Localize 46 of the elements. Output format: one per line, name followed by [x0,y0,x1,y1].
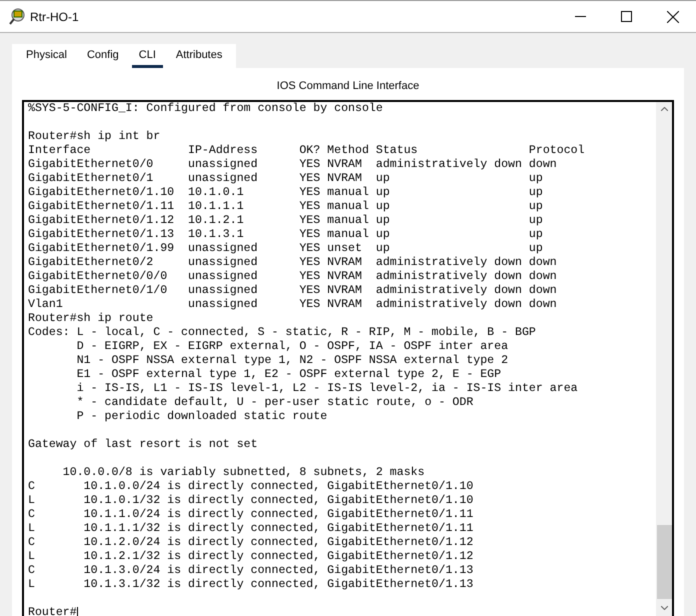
panel-title: IOS Command Line Interface [276,79,420,94]
console-line: C 10.1.3.0/24 is directly connected, GigabitEthernet0/1.13 [28,564,474,578]
console-line: C 10.1.0.0/24 is directly connected, GigabitEthernet0/1.10 [28,480,474,494]
console-line: * - candidate default, U - per-user static route, o - ODR [76,396,474,410]
console-line: GigabitEthernet0/1.99 unassigned YES unset up up [28,242,543,256]
console-line: L 10.1.3.1/32 is directly connected, GigabitEthernet0/1.13 [28,578,474,592]
console-line: GigabitEthernet0/0 unassigned YES NVRAM administratively down down [28,158,557,172]
console-line: 10.0.0.0/8 is variably subnetted, 8 subnets, 2 masks [62,466,425,480]
tab[interactable]: Physical [19,44,74,68]
router-app-icon [9,8,25,25]
console-line: i - IS-IS, L1 - IS-IS level-1, L2 - IS-IS level-2, ia - IS-IS inter area [76,382,578,396]
console-line: %SYS-5-CONFIG_I: Configured from console by console [28,102,383,116]
text-cursor-icon [76,606,78,616]
console-line: Router#sh ip int br [28,130,160,144]
close-icon[interactable] [667,10,679,22]
console-line: Interface IP-Address OK? Method Status Protocol [28,144,585,158]
console-line: Gateway of last resort is not set [28,438,258,452]
console-line: GigabitEthernet0/1 unassigned YES NVRAM up up [28,172,543,186]
console-line: GigabitEthernet0/0/0 unassigned YES NVRAM administratively down down [28,270,557,284]
maximize-icon[interactable] [621,11,632,22]
console-line: GigabitEthernet0/1.11 10.1.1.1 YES manual up up [28,200,543,214]
console-line: Router# [28,606,77,616]
scroll-down-icon[interactable] [660,606,668,610]
console-line: C 10.1.1.0/24 is directly connected, GigabitEthernet0/1.11 [28,508,474,522]
console-line: L 10.1.1.1/32 is directly connected, GigabitEthernet0/1.11 [28,522,474,536]
console-line: Router#sh ip route [28,312,154,326]
scrollbar[interactable] [656,102,672,616]
tab[interactable]: Attributes [168,44,230,68]
scroll-up-icon[interactable] [660,107,668,111]
console-line: C 10.1.2.0/24 is directly connected, GigabitEthernet0/1.12 [28,536,474,550]
console-line: GigabitEthernet0/1.13 10.1.3.1 YES manual up up [28,228,543,242]
console-line: GigabitEthernet0/1.10 10.1.0.1 YES manual up up [28,186,543,200]
scrollbar-thumb[interactable] [656,525,672,599]
console-line: L 10.1.2.1/32 is directly connected, GigabitEthernet0/1.12 [28,550,474,564]
console-line: N1 - OSPF NSSA external type 1, N2 - OSPF NSSA external type 2 [76,354,508,368]
console-line: Codes: L - local, C - connected, S - static, R - RIP, M - mobile, B - BGP [28,326,536,340]
window-title: Rtr-HO-1 [30,10,79,24]
console-line: GigabitEthernet0/1.12 10.1.2.1 YES manual up up [28,214,543,228]
console-line: L 10.1.0.1/32 is directly connected, GigabitEthernet0/1.10 [28,494,474,508]
console-line: GigabitEthernet0/2 unassigned YES NVRAM administratively down down [28,256,557,270]
console-line: D - EIGRP, EX - EIGRP external, O - OSPF, IA - OSPF inter area [76,340,508,354]
console-line: GigabitEthernet0/1/0 unassigned YES NVRAM administratively down down [28,284,557,298]
console-line: Vlan1 unassigned YES NVRAM administratively down down [28,298,557,312]
tab[interactable]: Config [80,44,126,68]
console-line: P - periodic downloaded static route [76,410,328,424]
console-line: E1 - OSPF external type 1, E2 - OSPF external type 2, E - EGP [76,368,502,382]
